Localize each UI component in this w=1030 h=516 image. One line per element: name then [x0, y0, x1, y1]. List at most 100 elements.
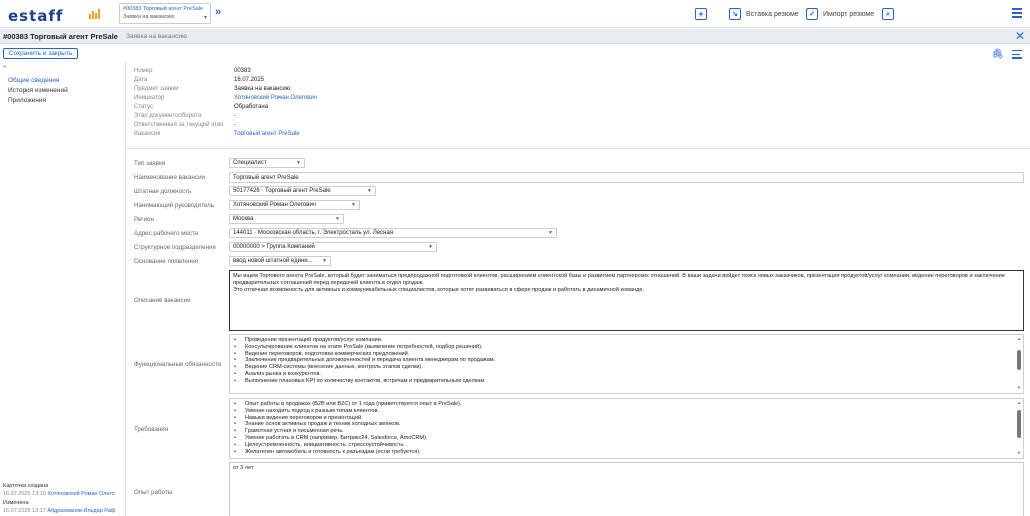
close-icon[interactable]: ✕ — [1015, 30, 1025, 42]
import-resume-button[interactable]: ✓ Импорт резюме — [806, 7, 874, 21]
info-value: 16.07.2025 — [234, 77, 265, 83]
chevron-down-icon: ▼ — [428, 244, 433, 250]
list-item: Умение находить подход к разным типам кл… — [233, 408, 1020, 415]
tabs-expand-chevron-icon[interactable]: » — [215, 6, 221, 18]
list-item: Консультирование клиентов на этапе PreSa… — [233, 344, 1020, 351]
vacancy-link[interactable]: Торговый агент PreSale — [234, 131, 300, 137]
sidebar-item-history[interactable]: История изменений — [8, 87, 68, 94]
description-label: Описание вакансии — [134, 297, 191, 304]
address-value: 144011 · Московская область, г. Электрос… — [233, 230, 394, 236]
list-item: Знание основ активных продаж и техник хо… — [233, 421, 1020, 428]
tab-title: #00383 Торговый агент PreSale — [123, 6, 204, 12]
divider — [127, 148, 1030, 149]
attachment-clip-icon[interactable]: 🖇 — [991, 49, 1004, 60]
reason-select[interactable]: ввод новой штатной едини... ▼ — [229, 256, 331, 266]
list-item: Грамотная устная и письменная речь. — [233, 428, 1020, 435]
description-paragraph: Это отличная возможность для активных и … — [233, 286, 645, 293]
document-title-bar: #00383 Торговый агент PreSale Заявка на … — [0, 29, 1030, 44]
division-label: Структурное подразделение — [134, 244, 216, 251]
scroll-down-icon[interactable]: ▼ — [1016, 385, 1022, 392]
duties-label: Функциональные обязанности — [134, 361, 222, 368]
info-key: Номер — [134, 68, 153, 74]
info-value: Заявка на вакансию — [234, 86, 291, 92]
sidebar-item-general[interactable]: Общие сведения — [8, 77, 59, 84]
region-label: Регион — [134, 216, 154, 223]
plus-square-icon: + — [695, 8, 707, 20]
requirements-label: Требования — [134, 426, 169, 433]
manager-value: Хотяновский Роман Олегович — [233, 202, 316, 208]
page-subtitle: Заявка на вакансию — [126, 32, 187, 40]
list-item: Выполнение плановых KPI по количеству ко… — [233, 378, 1020, 385]
info-key: Предмет заявки — [134, 86, 179, 92]
sidebar-collapse-icon[interactable]: « — [3, 64, 6, 70]
info-value: - — [234, 113, 236, 119]
created-by-link[interactable]: Хотяновский Роман Олего — [47, 491, 114, 497]
info-key: Дата — [134, 77, 148, 83]
list-item: Заключение предварительных договоренност… — [233, 357, 1020, 364]
manager-select[interactable]: Хотяновский Роман Олегович ▼ — [229, 200, 360, 210]
sidebar-item-attachments[interactable]: Приложения — [8, 97, 46, 104]
search-resume-button[interactable]: ⌕ — [882, 7, 894, 21]
info-value: 00383 — [234, 68, 251, 74]
scroll-up-icon[interactable]: ▲ — [1016, 336, 1022, 343]
main-menu-icon[interactable] — [1012, 8, 1022, 18]
tab-subtitle: Заявка на вакансию — [123, 14, 175, 20]
list-item: Опыт работы в продажах (B2B или B2C) от … — [233, 401, 1020, 408]
region-select[interactable]: Москва ▼ — [229, 214, 344, 224]
top-bar: estaff #00383 Торговый агент PreSale Зая… — [0, 0, 1030, 28]
info-key: Ответственный за текущий этап — [134, 122, 224, 128]
experience-label: Опыт работы — [134, 489, 173, 496]
info-key: Этап документооборота — [134, 113, 202, 119]
list-menu-icon[interactable] — [1012, 50, 1022, 61]
address-select[interactable]: 144011 · Московская область, г. Электрос… — [229, 228, 557, 238]
save-and-close-button[interactable]: Сохранить и закрыть — [3, 48, 78, 59]
duties-scrollbar[interactable]: ▲ ▼ — [1016, 336, 1022, 392]
changed-info: 16.07.2025 13:17 Абдрахманов Ильдар Раф — [3, 508, 115, 514]
open-document-tab[interactable]: #00383 Торговый агент PreSale Заявка на … — [119, 3, 211, 24]
manager-label: Нанимающий руководитель — [134, 202, 214, 209]
experience-textarea[interactable]: от 3 лет — [229, 462, 1024, 516]
created-date: 16.07.2025 13:10 — [3, 491, 46, 497]
division-select[interactable]: 00000000 > Группа Компаний ▼ — [229, 242, 437, 252]
changed-date: 16.07.2025 13:17 — [3, 508, 46, 514]
description-textarea[interactable]: Мы ищем Торгового агента PreSale, которы… — [229, 270, 1024, 331]
info-key: Инициатор — [134, 95, 165, 101]
changed-by-link[interactable]: Абдрахманов Ильдар Раф — [47, 508, 115, 514]
insert-resume-button[interactable]: ↘ Вставка резюме — [729, 7, 799, 21]
duties-textarea[interactable]: Проведение презентаций продуктов/услуг к… — [229, 334, 1024, 394]
list-item: Ведение CRM-системы (внесение данных, ко… — [233, 364, 1020, 371]
reason-label: Основание появления — [134, 258, 199, 265]
scroll-down-icon[interactable]: ▼ — [1016, 450, 1022, 457]
chevron-down-icon: ▼ — [367, 188, 372, 194]
created-info: 16.07.2025 13:10 Хотяновский Роман Олего — [3, 491, 115, 497]
scroll-up-icon[interactable]: ▲ — [1016, 400, 1022, 407]
info-key: Вакансия — [134, 131, 161, 137]
add-button[interactable]: + — [695, 7, 707, 21]
insert-resume-icon: ↘ — [729, 8, 741, 20]
estaff-logo[interactable]: estaff — [8, 7, 63, 25]
vacancy-name-input[interactable]: Торговый агент PreSale — [229, 172, 1024, 183]
chevron-down-icon: ▼ — [322, 258, 327, 264]
list-item: Проведение презентаций продуктов/услуг к… — [233, 337, 1020, 344]
position-select[interactable]: 50177426 · Торговый агент PreSale ▼ — [229, 186, 376, 196]
region-value: Москва — [233, 216, 254, 222]
position-value: 50177426 · Торговый агент PreSale — [233, 188, 331, 194]
requirements-scrollbar[interactable]: ▲ ▼ — [1016, 400, 1022, 457]
logo-bars-icon — [89, 9, 102, 19]
request-type-value: Специалист — [233, 160, 267, 166]
requirements-textarea[interactable]: Опыт работы в продажах (B2B или B2C) от … — [229, 398, 1024, 459]
chevron-down-icon: ▼ — [351, 202, 356, 208]
request-type-label: Тип заявки — [134, 160, 166, 167]
list-item: Анализ рынка и конкурентов. — [233, 371, 1020, 378]
scroll-thumb[interactable] — [1017, 350, 1021, 370]
sidebar: « Общие сведения История изменений Прило… — [0, 62, 126, 516]
tab-dropdown-icon[interactable]: ▼ — [203, 15, 208, 21]
import-resume-label: Импорт резюме — [823, 10, 875, 18]
initiator-link[interactable]: Хотяновский Роман Олегович — [234, 95, 317, 101]
scroll-thumb[interactable] — [1017, 410, 1021, 438]
request-type-select[interactable]: Специалист ▼ — [229, 158, 305, 168]
main-content: Номер 00383 Дата 16.07.2025 Предмет заяв… — [127, 62, 1030, 516]
division-value: 00000000 > Группа Компаний — [233, 244, 315, 250]
changed-label: Изменена — [3, 500, 29, 506]
chevron-down-icon: ▼ — [296, 160, 301, 166]
